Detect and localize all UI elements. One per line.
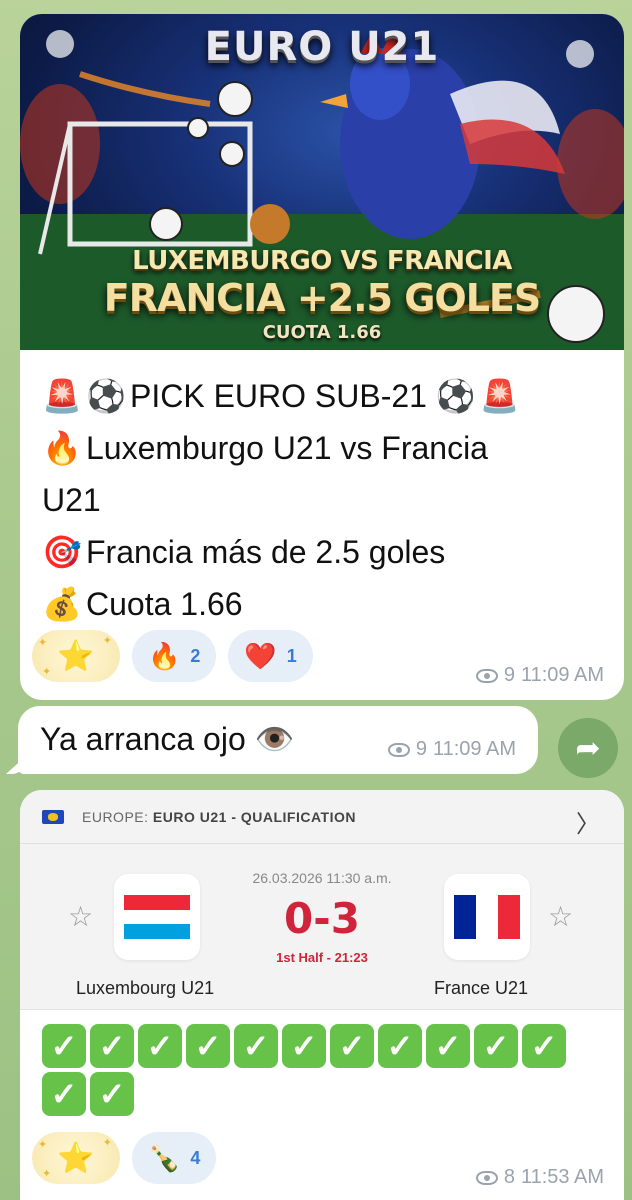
siren-icon: 🚨 [479,378,520,414]
banner-title: EURO U21 [204,24,440,70]
reaction-count: 1 [286,645,297,666]
message-text: Ya arranca ojo 👁️ [40,721,295,757]
view-count: 9 [415,738,427,760]
message-meta: 9 11:09 AM [387,738,516,761]
check-mark-icon: ✓ [426,1024,470,1068]
reactions-bar: ✦ ✦ ✦ ⭐ 🍾 4 [32,1132,217,1184]
match-status: 1st Half - 21:23 [276,950,368,965]
sparkle-icon: ✦ [42,666,52,678]
message-time: 11:09 AM [432,738,516,760]
view-count: 8 [503,1166,515,1188]
check-marks: ✓ ✓ ✓ ✓ ✓ ✓ ✓ ✓ ✓ ✓ ✓✓ ✓ [42,1024,612,1120]
banner-match: LUXEMBURGO VS FRANCIA [132,246,512,276]
competition-title: EURO U21 - QUALIFICATION [152,809,356,825]
chevron-right-icon[interactable]: 〉 [576,804,600,839]
line-match: 🔥 Luxemburgo U21 vs Francia [42,422,612,474]
fire-icon: 🔥 [42,430,82,466]
message-bubble-pick[interactable]: EURO U21 LUXEMBURGO VS FRANCIA FRANCIA +… [20,14,624,700]
check-mark-icon: ✓ [522,1024,566,1068]
line-title-text: PICK EURO SUB-21 [130,378,427,414]
message-meta: 9 11:09 AM [475,664,604,687]
heart-icon: ❤️ [244,640,277,671]
check-mark-icon: ✓ [42,1024,86,1068]
soccer-ball-icon: ⚽ [435,378,476,414]
forward-arrow-icon: ➦ [575,731,601,765]
message-bubble-result[interactable]: EUROPE: EURO U21 - QUALIFICATION 〉 ☆ 26.… [20,790,624,1200]
away-team-name: France U21 [434,978,529,998]
forward-button[interactable]: ➦ [558,718,618,778]
line-odds-text: Cuota 1.66 [86,586,243,622]
check-mark-icon: ✓ [138,1024,182,1068]
line-pick: 🎯 Francia más de 2.5 goles [42,526,612,578]
promo-banner-image[interactable]: EURO U21 LUXEMBURGO VS FRANCIA FRANCIA +… [20,14,624,350]
message-bubble-short[interactable]: Ya arranca ojo 👁️ 9 11:09 AM [6,706,538,774]
view-count: 9 [503,664,515,686]
eu-flag-icon [42,810,64,824]
message-time: 11:09 AM [520,664,604,686]
banner-pick: FRANCIA +2.5 GOLES [103,276,542,320]
eye-icon [475,668,498,683]
soccer-ball-icon: ⚽ [86,378,126,414]
check-mark-icon: ✓ [234,1024,278,1068]
fire-icon: 🔥 [148,640,181,671]
check-mark-icon: ✓ [378,1024,422,1068]
home-team-name: Luxembourg U21 [76,978,215,998]
star-icon: ⭐ [57,1141,95,1175]
message-text: 🚨 ⚽ PICK EURO SUB-21 ⚽ 🚨 🔥 Luxemburgo U21 vs… [42,370,612,630]
star-icon: ⭐ [57,639,95,673]
france-flag-icon [454,895,520,939]
competition-header[interactable]: EUROPE: EURO U21 - QUALIFICATION 〉 [20,790,624,844]
check-mark-icon: ✓ [474,1024,518,1068]
reaction-star[interactable]: ✦ ✦ ✦ ⭐ [32,1132,120,1184]
reactions-bar: ✦ ✦ ✦ ⭐ 🔥 2 ❤️ 1 [32,630,313,682]
competition-prefix: EUROPE: [82,809,149,825]
sparkle-icon: ✦ [38,637,48,649]
banner-odds: CUOTA 1.66 [262,322,382,343]
line-match-cont-text: U21 [42,482,101,518]
eye-icon [475,1170,498,1185]
check-mark-icon: ✓ [90,1024,134,1068]
line-match-text: Luxemburgo U21 vs Francia [86,430,488,466]
eye-icon [387,742,410,757]
check-mark-icon: ✓ [90,1072,134,1116]
target-icon: 🎯 [42,534,82,570]
match-score-card[interactable]: EUROPE: EURO U21 - QUALIFICATION 〉 ☆ 26.… [20,790,624,1010]
money-bag-icon: 💰 [42,586,82,622]
siren-icon: 🚨 [42,378,82,414]
reaction-count: 4 [190,1147,201,1168]
competition-name: EUROPE: EURO U21 - QUALIFICATION [82,809,356,825]
reaction-star[interactable]: ✦ ✦ ✦ ⭐ [32,630,120,682]
line-odds: 💰 Cuota 1.66 [42,578,612,630]
check-mark-icon: ✓ [282,1024,326,1068]
sparkle-icon: ✦ [38,1139,48,1151]
reaction-fire[interactable]: 🔥 2 [132,630,217,682]
line-match-cont: U21 [42,474,612,526]
check-mark-icon: ✓ [330,1024,374,1068]
line-title: 🚨 ⚽ PICK EURO SUB-21 ⚽ 🚨 [42,370,612,422]
message-meta: 8 11:53 AM [475,1166,604,1189]
reaction-champagne[interactable]: 🍾 4 [132,1132,217,1184]
favorite-star-icon[interactable]: ☆ [548,900,573,933]
bubble-tail [6,756,26,774]
match-score: 0-3 [284,894,360,943]
sparkle-icon: ✦ [102,635,112,647]
check-mark-icon: ✓ [186,1024,230,1068]
sparkle-icon: ✦ [102,1137,112,1149]
match-date: 26.03.2026 11:30 a.m. [252,870,392,886]
champagne-icon: 🍾 [148,1142,181,1173]
sparkle-icon: ✦ [42,1168,52,1180]
message-time: 11:53 AM [520,1166,604,1188]
reaction-heart[interactable]: ❤️ 1 [228,630,313,682]
line-pick-text: Francia más de 2.5 goles [86,534,446,570]
away-team-logo[interactable] [444,874,530,960]
reaction-count: 2 [190,645,201,666]
check-mark-icon: ✓ [42,1072,86,1116]
